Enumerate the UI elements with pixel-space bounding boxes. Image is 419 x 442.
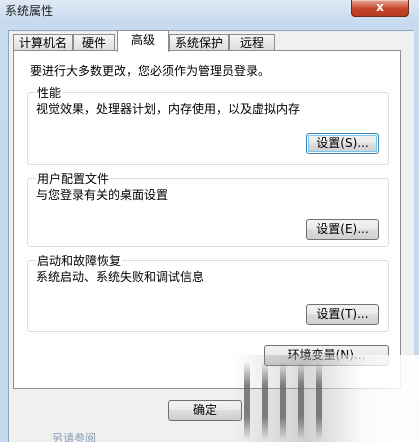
- user-profiles-settings-button[interactable]: 设置(E)...: [306, 219, 379, 240]
- tab-computer-name[interactable]: 计算机名: [13, 34, 73, 51]
- performance-group-title: 性能: [36, 84, 63, 101]
- performance-group: 性能 视觉效果，处理器计划，内存使用，以及虚拟内存: [27, 84, 389, 165]
- tab-remote[interactable]: 远程: [229, 34, 275, 51]
- startup-recovery-settings-button[interactable]: 设置(T)...: [306, 304, 379, 325]
- startup-recovery-description: 系统启动、系统失败和调试信息: [36, 270, 205, 284]
- window-title: 系统属性: [5, 4, 54, 18]
- startup-recovery-group-title: 启动和故障恢复: [36, 252, 123, 269]
- decorative-stripe: [262, 362, 268, 440]
- close-button[interactable]: x: [351, 0, 409, 17]
- tab-system-protection[interactable]: 系统保护: [169, 34, 229, 51]
- user-profiles-description: 与您登录有关的桌面设置: [36, 188, 169, 202]
- decorative-stripe: [298, 362, 304, 440]
- decorative-stripe: [316, 362, 322, 440]
- performance-settings-button[interactable]: 设置(S)...: [306, 133, 379, 154]
- decorative-stripe: [280, 362, 286, 440]
- background-see-also-text: 另请参阅: [52, 432, 96, 442]
- tab-advanced[interactable]: 高级: [117, 30, 169, 52]
- admin-note: 要进行大多数更改，您必须作为管理员登录。: [30, 64, 271, 78]
- ok-button[interactable]: 确定: [168, 400, 242, 421]
- decorative-overlay: [232, 355, 419, 442]
- system-properties-window: 系统属性 x 计算机名 硬件 高级 系统保护 远程 要进行大多数更改，您必须作为…: [0, 0, 419, 442]
- decorative-stripe: [244, 362, 250, 440]
- user-profiles-group-title: 用户配置文件: [36, 170, 111, 187]
- performance-description: 视觉效果，处理器计划，内存使用，以及虚拟内存: [36, 102, 301, 116]
- tab-hardware[interactable]: 硬件: [73, 34, 115, 51]
